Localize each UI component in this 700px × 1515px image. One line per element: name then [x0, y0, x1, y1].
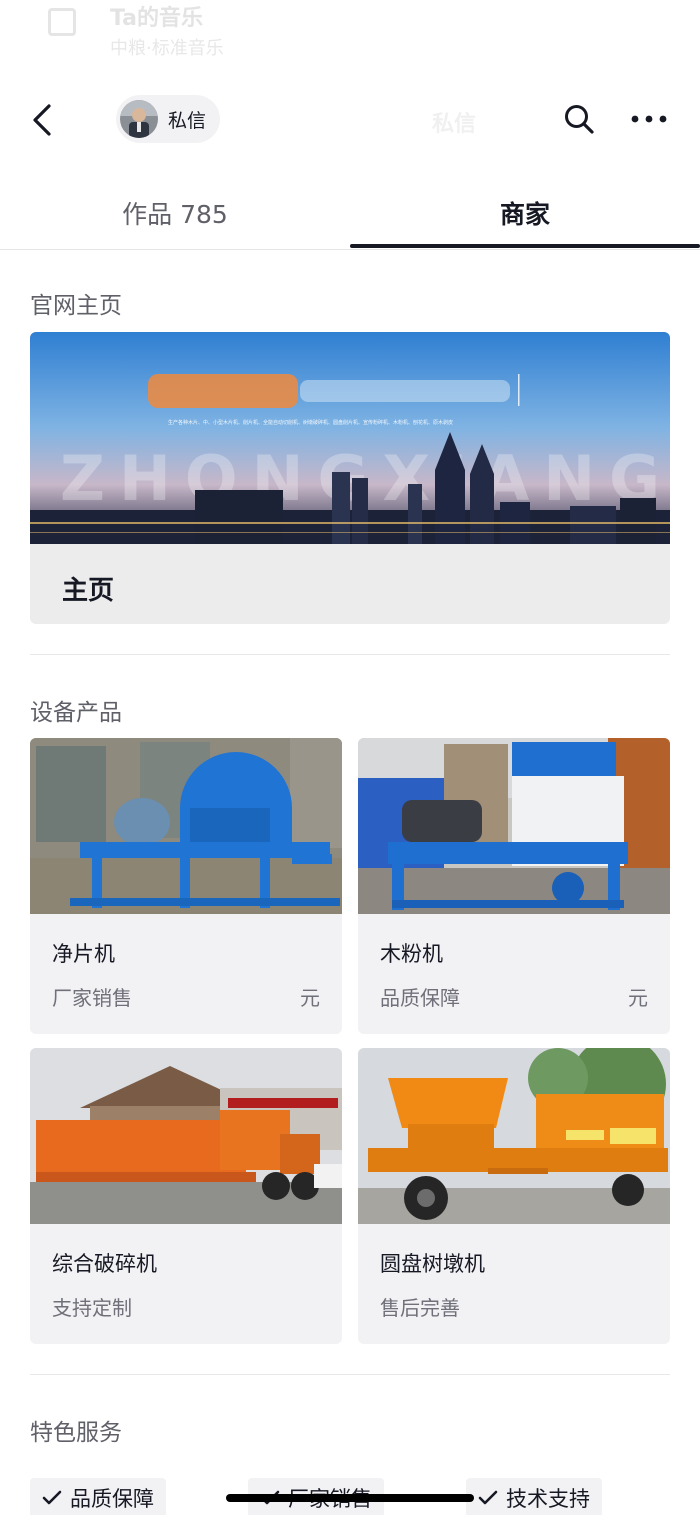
orange-comprehensive-crusher-photo — [30, 1048, 342, 1224]
ghost-nav-title: 私信 — [432, 112, 477, 137]
tab-merchant[interactable]: 商家 — [350, 182, 700, 248]
top-nav-bar: 私信 私信 — [0, 80, 700, 160]
search-button[interactable] — [556, 96, 602, 142]
chevron-left-icon — [33, 104, 51, 136]
product-name: 综合破碎机 — [52, 1252, 157, 1276]
home-indicator[interactable] — [226, 1494, 474, 1502]
product-card[interactable]: 综合破碎机 支持定制 — [30, 1048, 342, 1344]
product-name: 木粉机 — [380, 942, 443, 966]
product-tag: 售后完善 — [380, 1296, 460, 1320]
product-name: 圆盘树墩机 — [380, 1252, 485, 1276]
back-button[interactable] — [22, 98, 62, 142]
product-card[interactable]: 圆盘树墩机 售后完善 — [358, 1048, 670, 1344]
products-section-title: 设备产品 — [30, 700, 122, 726]
music-icon — [48, 8, 76, 36]
banner-caption: 生产各种木片、中、小型木片机、削片机、全能自动切削机、树墩破碎机、圆盘削片机、宣… — [168, 419, 453, 426]
homepage-link-label: 主页 — [62, 576, 115, 606]
product-tag: 品质保障 — [380, 986, 460, 1010]
service-chip[interactable]: 品质保障 — [30, 1478, 166, 1515]
website-homepage-card[interactable]: 生产各种木片、中、小型木片机、削片机、全能自动切削机、树墩破碎机、圆盘削片机、宣… — [30, 332, 670, 624]
orange-disc-stump-grinder-photo — [358, 1048, 670, 1224]
website-section-title: 官网主页 — [30, 293, 122, 319]
faded-header-title: Ta的音乐 — [110, 6, 204, 31]
services-section-title: 特色服务 — [30, 1420, 122, 1446]
product-card[interactable]: 木粉机 品质保障 元 — [358, 738, 670, 1034]
faded-header-subtitle: 中粮·标准音乐 — [110, 38, 224, 59]
tab-works[interactable]: 作品 785 — [0, 182, 350, 248]
section-divider — [30, 1374, 670, 1375]
product-tag: 厂家销售 — [52, 986, 132, 1010]
blue-drum-chipper-photo — [30, 738, 342, 914]
product-price: 元 — [628, 986, 648, 1010]
product-card[interactable]: 净片机 厂家销售 元 — [30, 738, 342, 1034]
checkmark-icon — [478, 1490, 498, 1505]
service-chip-label: 品质保障 — [70, 1487, 154, 1511]
service-chip[interactable]: 技术支持 — [466, 1478, 602, 1515]
blue-white-wood-flour-mill-photo — [358, 738, 670, 914]
active-tab-indicator — [350, 244, 700, 248]
faded-profile-header: Ta的音乐 中粮·标准音乐 — [0, 0, 700, 70]
section-divider — [30, 654, 670, 655]
checkmark-icon — [42, 1490, 62, 1505]
more-options-button[interactable] — [624, 96, 674, 142]
website-banner-image: 生产各种木片、中、小型木片机、削片机、全能自动切削机、树墩破碎机、圆盘削片机、宣… — [30, 332, 670, 544]
avatar — [120, 100, 158, 138]
product-price: 元 — [300, 986, 320, 1010]
direct-message-label: 私信 — [168, 109, 207, 132]
direct-message-button[interactable]: 私信 — [116, 95, 220, 143]
product-name: 净片机 — [52, 942, 115, 966]
search-icon — [565, 105, 594, 134]
product-tag: 支持定制 — [52, 1296, 132, 1320]
profile-tabs: 作品 785 商家 — [0, 182, 700, 250]
more-dots-icon — [631, 115, 667, 123]
service-chip-label: 技术支持 — [506, 1487, 590, 1511]
